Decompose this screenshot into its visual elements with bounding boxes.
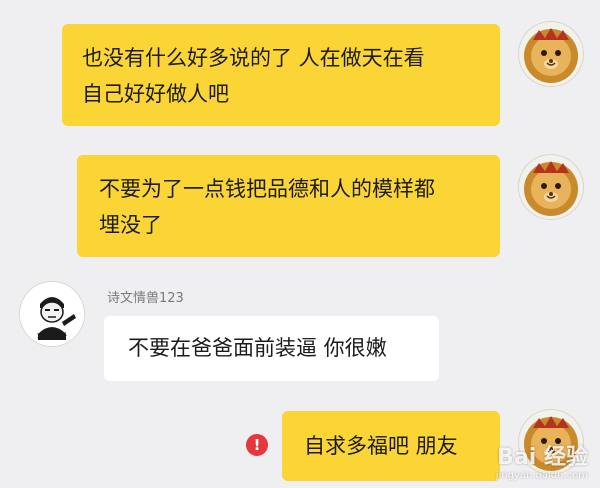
message-text-line: 也没有什么好多说的了 人在做天在看 bbox=[82, 46, 425, 70]
message-text-line: 不要为了一点钱把品德和人的模样都 bbox=[99, 177, 435, 201]
outgoing-message-bubble[interactable]: 也没有什么好多说的了 人在做天在看 自己好好做人吧 bbox=[62, 24, 500, 126]
watermark-brand: Bai 经验 bbox=[497, 445, 588, 470]
lion-avatar[interactable] bbox=[519, 155, 583, 219]
error-icon[interactable]: ! bbox=[246, 434, 268, 456]
meme-face-avatar[interactable]: 求 用嘴子 bbox=[20, 282, 84, 346]
outgoing-message-bubble[interactable]: 自求多福吧 朋友 bbox=[282, 411, 500, 481]
message-text-line: 不要在爸爸面前装逼 你很嫩 bbox=[128, 336, 387, 360]
message-text-line: 自求多福吧 朋友 bbox=[304, 434, 458, 458]
lion-avatar[interactable] bbox=[519, 22, 583, 86]
sender-name: 诗文情兽123 bbox=[107, 291, 184, 306]
incoming-message-bubble[interactable]: 不要在爸爸面前装逼 你很嫩 bbox=[104, 316, 439, 381]
avatar-caption: 求 用嘴子 bbox=[36, 332, 68, 340]
message-text-line: 埋没了 bbox=[99, 213, 162, 237]
baidu-jingyan-watermark: Bai 经验 jingyan.baidu.com bbox=[496, 446, 588, 482]
watermark-url: jingyan.baidu.com bbox=[495, 470, 588, 481]
outgoing-message-bubble[interactable]: 不要为了一点钱把品德和人的模样都 埋没了 bbox=[77, 155, 500, 257]
message-text-line: 自己好好做人吧 bbox=[82, 82, 229, 106]
